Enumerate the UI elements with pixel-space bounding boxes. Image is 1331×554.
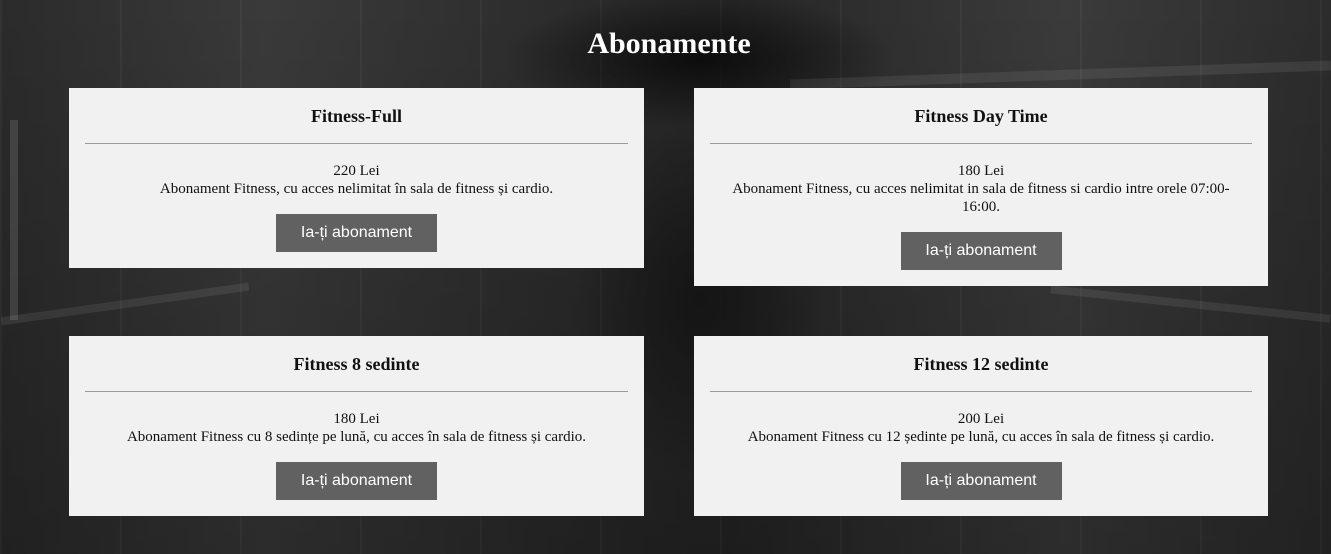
subscribe-button[interactable]: Ia-ți abonament [276,462,437,500]
plan-price: 220 Lei [333,163,380,179]
background-decoration [0,282,250,326]
divider [710,391,1252,392]
plan-description: Abonament Fitness cu 12 ședinte pe lună,… [747,429,1215,445]
plan-title: Fitness Day Time [914,106,1048,126]
background-decoration [789,60,1331,90]
subscribe-button[interactable]: Ia-ți abonament [276,214,437,252]
plan-description: Abonament Fitness cu 8 sedințe pe lună, … [126,429,587,445]
plan-title: Fitness 8 sedinte [293,354,420,374]
plan-price: 180 Lei [333,411,380,427]
divider [85,143,628,144]
background-decoration [1050,285,1331,323]
background-decoration [10,120,18,320]
subscribe-button[interactable]: Ia-ți abonament [900,462,1062,500]
page-title: Abonamente [587,27,751,60]
plan-title: Fitness-Full [310,106,402,126]
plan-title: Fitness 12 sedinte [913,354,1049,374]
divider [85,391,628,392]
divider [710,143,1252,144]
plan-description: Abonament Fitness, cu acces nelimitat în… [159,181,554,197]
plan-description: Abonament Fitness, cu acces nelimitat in… [732,181,1230,215]
plan-card-fitness-full: Fitness-Full 220 Lei Abonament Fitness, … [69,88,644,268]
subscribe-button[interactable]: Ia-ți abonament [900,232,1062,270]
plan-price: 180 Lei [957,163,1005,179]
plan-card-fitness-day-time: Fitness Day Time 180 Lei Abonament Fitne… [694,88,1268,286]
plan-card-fitness-8-sedinte: Fitness 8 sedinte 180 Lei Abonament Fitn… [69,336,644,516]
plan-card-fitness-12-sedinte: Fitness 12 sedinte 200 Lei Abonament Fit… [694,336,1268,516]
plan-price: 200 Lei [957,411,1005,427]
